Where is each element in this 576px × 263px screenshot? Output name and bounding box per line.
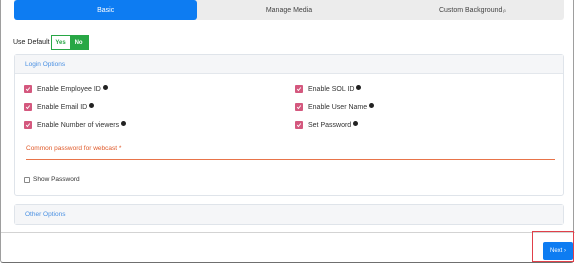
info-icon[interactable] xyxy=(121,121,127,126)
checkbox-checked-icon[interactable] xyxy=(24,121,32,129)
checkbox-checked-icon[interactable] xyxy=(295,103,303,111)
option-email-id[interactable]: Enable Email ID xyxy=(24,103,95,111)
other-options-title: Other Options xyxy=(25,211,66,218)
option-user-name[interactable]: Enable User Name xyxy=(295,103,375,111)
checkbox-checked-icon[interactable] xyxy=(24,85,32,93)
info-icon[interactable] xyxy=(89,103,95,108)
show-password-option[interactable]: Show Password xyxy=(24,176,80,183)
option-label: Enable Email ID xyxy=(37,103,88,111)
option-number-of-viewers[interactable]: Enable Number of viewers xyxy=(24,121,127,129)
option-label: Enable User Name xyxy=(308,103,368,111)
info-icon[interactable] xyxy=(353,121,359,126)
info-icon[interactable] xyxy=(369,103,375,108)
beta-badge: β xyxy=(503,7,506,13)
checkbox-unchecked-icon[interactable] xyxy=(24,176,30,183)
tab-basic[interactable]: Basic xyxy=(14,0,198,20)
checkbox-checked-icon[interactable] xyxy=(24,103,32,111)
other-options-panel: Other Options xyxy=(14,204,564,225)
checkbox-checked-icon[interactable] xyxy=(295,85,303,93)
dialog-frame: Basic Manage Media Custom Background β Us… xyxy=(0,0,575,263)
tab-custom-background-label: Custom Background xyxy=(438,6,503,14)
use-default-toggle[interactable]: Yes No xyxy=(50,35,89,50)
checkbox-checked-icon[interactable] xyxy=(295,121,303,129)
next-button-highlight: Next › xyxy=(532,231,574,262)
tab-bar: Basic Manage Media Custom Background β xyxy=(14,0,564,20)
login-options-panel: Login Options Enable Employee ID Enable … xyxy=(14,54,564,196)
toggle-yes[interactable]: Yes xyxy=(51,36,70,49)
use-default-label: Use Default xyxy=(13,39,50,46)
info-icon[interactable] xyxy=(102,85,108,90)
tab-manage-media-label: Manage Media xyxy=(265,6,313,14)
option-set-password[interactable]: Set Password xyxy=(295,121,359,129)
footer-divider xyxy=(1,232,575,233)
option-sol-id[interactable]: Enable SOL ID xyxy=(295,85,362,93)
use-default-row: Use Default Yes No xyxy=(13,35,89,50)
option-employee-id[interactable]: Enable Employee ID xyxy=(24,85,108,93)
tab-manage-media[interactable]: Manage Media xyxy=(197,0,380,20)
info-icon[interactable] xyxy=(356,85,362,90)
option-label: Set Password xyxy=(308,121,352,129)
other-options-header[interactable]: Other Options xyxy=(15,205,563,224)
tab-custom-background[interactable]: Custom Background β xyxy=(381,0,564,20)
login-options-header[interactable]: Login Options xyxy=(15,55,563,74)
option-label: Enable SOL ID xyxy=(308,85,355,93)
option-label: Enable Employee ID xyxy=(37,85,101,93)
password-field-label: Common password for webcast * xyxy=(26,145,122,152)
login-options-title: Login Options xyxy=(25,60,66,68)
show-password-label: Show Password xyxy=(33,176,80,183)
option-label: Enable Number of viewers xyxy=(37,121,120,129)
password-input[interactable] xyxy=(26,159,555,160)
toggle-no[interactable]: No xyxy=(69,36,88,49)
tab-basic-label: Basic xyxy=(97,6,115,14)
next-button[interactable]: Next › xyxy=(543,242,573,260)
